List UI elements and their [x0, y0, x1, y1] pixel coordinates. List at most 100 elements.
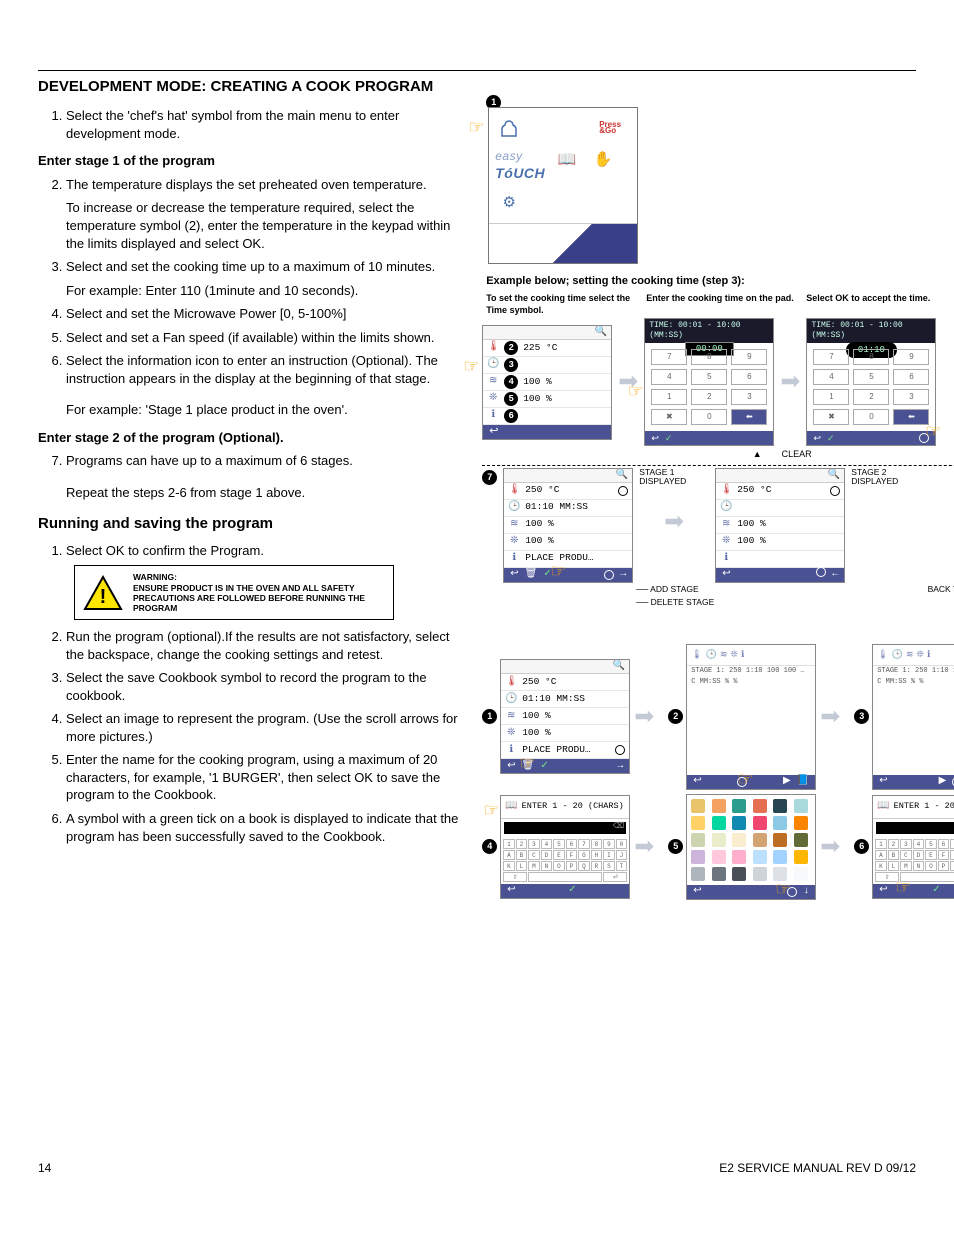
back-icon[interactable]: ↩: [507, 884, 515, 898]
key-8[interactable]: 8: [853, 349, 889, 365]
key-clear[interactable]: ✖: [651, 409, 687, 425]
key-3[interactable]: 3: [731, 389, 767, 405]
key-0[interactable]: 0: [853, 409, 889, 425]
back-icon[interactable]: ↩: [693, 885, 701, 899]
callout-r3: 3: [854, 709, 869, 724]
key-1[interactable]: 1: [813, 389, 849, 405]
magnifier-icon[interactable]: 🔍: [504, 469, 632, 483]
gear-icon[interactable]: ⚙: [495, 191, 523, 215]
ok-icon[interactable]: ✓: [568, 884, 576, 898]
stage1-label: STAGE 1 DISPLAYED: [639, 468, 719, 487]
press-go-icon[interactable]: Press &Go: [599, 116, 627, 140]
key-7[interactable]: 7: [813, 349, 849, 365]
key-clear[interactable]: ✖: [813, 409, 849, 425]
left-column: Select the 'chef's hat' symbol from the …: [38, 107, 468, 851]
back-icon[interactable]: [489, 425, 498, 440]
right-column: 1 ☞ Press &Go easy TóUCH 📖 ✋: [482, 107, 954, 900]
microwave-row[interactable]: ≋4100 %: [483, 374, 611, 391]
key-6[interactable]: 6: [893, 369, 929, 385]
ok-icon[interactable]: ✓: [665, 432, 673, 444]
hand-icon: ☞: [627, 379, 643, 403]
temp-row[interactable]: 🌡2225 °C: [483, 340, 611, 357]
key-5[interactable]: 5: [691, 369, 727, 385]
back-icon[interactable]: ↩: [693, 775, 701, 789]
stage2-panel: 🔍 🌡250 °C 🕒 ≋100 % ❊100 % ℹ ↩←: [715, 468, 845, 583]
magnifier-icon[interactable]: 🔍: [483, 326, 611, 340]
trash-icon[interactable]: 🗑: [525, 568, 538, 582]
callout-r5: 5: [668, 839, 683, 854]
key-back[interactable]: ⬅: [893, 409, 929, 425]
fan-row[interactable]: ❊5100 %: [483, 391, 611, 408]
footer: 14 E2 SERVICE MANUAL REV D 09/12: [38, 1160, 916, 1176]
key-back[interactable]: ⬅: [731, 409, 767, 425]
key-6[interactable]: 6: [731, 369, 767, 385]
book-icon[interactable]: 📖: [553, 148, 581, 172]
key-3[interactable]: 3: [893, 389, 929, 405]
kp-header-2: TIME: 00:01 - 10:00 (MM:SS) 01:10: [807, 319, 935, 343]
step-7-para: Repeat the steps 2-6 from stage 1 above.: [66, 484, 468, 502]
save-book-icon[interactable]: 📘: [797, 775, 809, 789]
kp-bottom-2: ↩✓: [807, 431, 935, 445]
alpha-keyboard[interactable]: 1234567890 ABCDEFGHIJ KLMNOPQRST ⇧ ⏎: [501, 837, 629, 884]
step-2: The temperature displays the set preheat…: [66, 176, 468, 252]
back-icon[interactable]: ↩: [510, 568, 518, 582]
key-0[interactable]: 0: [691, 409, 727, 425]
key-2[interactable]: 2: [691, 389, 727, 405]
next-arrow-icon[interactable]: →: [617, 760, 623, 774]
scroll-down-icon[interactable]: ↓: [803, 885, 809, 899]
step-4: Select and set the Microwave Power [0, 5…: [66, 305, 468, 323]
run-panel-1: ☞ 🔍 🌡250 °C 🕒01:10 MM:SS ≋100 % ❊100 % ℹ…: [500, 659, 630, 774]
clear-label: ▲ CLEAR: [482, 448, 954, 460]
flow-arrow-icon: ➡: [780, 370, 800, 394]
key-8[interactable]: 8: [691, 349, 727, 365]
run-step-6: A symbol with a green tick on a book is …: [66, 810, 468, 845]
step-3: Select and set the cooking time up to a …: [66, 258, 468, 299]
key-2[interactable]: 2: [853, 389, 889, 405]
chefs-hat-icon[interactable]: [495, 116, 523, 140]
hand-icon: ☞: [483, 800, 499, 824]
hand-icon: ☞: [463, 356, 479, 380]
thermometer-icon: 🌡: [720, 484, 732, 498]
ok-icon[interactable]: ✓: [932, 884, 940, 898]
fan-icon: ❊: [508, 535, 520, 549]
hand-icon: ☞: [519, 753, 535, 777]
info-icon: ℹ: [720, 552, 732, 566]
key-4[interactable]: 4: [651, 369, 687, 385]
ok-icon[interactable]: ✓: [827, 432, 835, 444]
back-icon[interactable]: ↩: [879, 884, 887, 898]
back-icon[interactable]: ↩: [507, 760, 515, 774]
back-icon[interactable]: ↩: [722, 568, 730, 582]
back-icon[interactable]: ↩: [879, 775, 887, 789]
image-picker-grid[interactable]: [687, 795, 815, 885]
prev-arrow-icon[interactable]: ←: [832, 568, 838, 582]
back-icon[interactable]: ↩: [651, 432, 659, 444]
magnifier-icon[interactable]: 🔍: [716, 469, 844, 483]
callout-r2: 2: [668, 709, 683, 724]
next-arrow-icon[interactable]: →: [620, 568, 626, 582]
run-icon[interactable]: ▶: [939, 775, 947, 789]
keypad-panel-2: ☞ TIME: 00:01 - 10:00 (MM:SS) 01:10 789 …: [806, 318, 936, 446]
time-row[interactable]: 🕒3: [483, 357, 611, 374]
back-icon[interactable]: ↩: [813, 432, 821, 444]
step-2-para: To increase or decrease the temperature …: [66, 199, 468, 252]
key-7[interactable]: 7: [651, 349, 687, 365]
main-menu-panel: Press &Go easy TóUCH 📖 ✋ ⚙: [488, 107, 638, 264]
footer-rev: E2 SERVICE MANUAL REV D 09/12: [719, 1160, 916, 1176]
hand-icon: ☞: [737, 769, 753, 793]
run-step-4: Select an image to represent the program…: [66, 710, 468, 745]
alpha-keyboard[interactable]: 1234567890 ABCDEFGHIJ KLMNOPQRST ⇧ ⏎: [873, 837, 954, 884]
stage-summary: STAGE 1: 250 1:10 100 100 …: [687, 666, 815, 677]
key-9[interactable]: 9: [731, 349, 767, 365]
info-row[interactable]: ℹ6: [483, 408, 611, 425]
key-1[interactable]: 1: [651, 389, 687, 405]
keypad-grid: 789 456 123 ✖0⬅: [807, 343, 935, 431]
hand-icon: ☞: [468, 115, 484, 139]
magnifier-icon[interactable]: 🔍: [501, 660, 629, 674]
warn-body: ENSURE PRODUCT IS IN THE OVEN AND ALL SA…: [133, 583, 365, 613]
run-icon[interactable]: ▶: [783, 775, 791, 789]
key-5[interactable]: 5: [853, 369, 889, 385]
hand-menu-icon[interactable]: ✋: [589, 148, 617, 172]
key-4[interactable]: 4: [813, 369, 849, 385]
ok-icon[interactable]: ✓: [540, 760, 548, 774]
key-9[interactable]: 9: [893, 349, 929, 365]
